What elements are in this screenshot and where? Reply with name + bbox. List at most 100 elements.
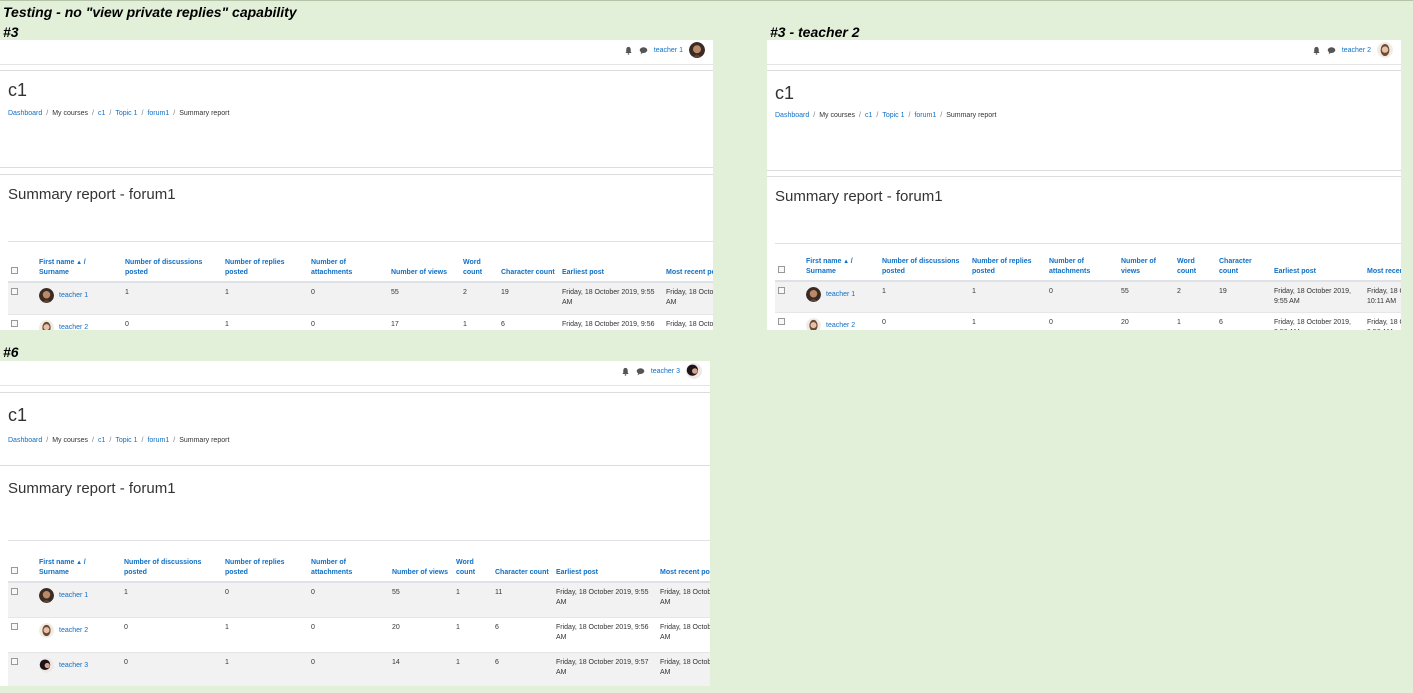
avatar[interactable] <box>806 318 821 330</box>
column-header-name[interactable]: First name ▲ / Surname <box>36 540 121 583</box>
avatar[interactable] <box>689 42 705 58</box>
row-checkbox[interactable] <box>11 622 18 630</box>
breadcrumb-item[interactable]: forum1 <box>147 437 169 444</box>
row-checkbox[interactable] <box>11 657 18 665</box>
avatar[interactable] <box>39 622 54 638</box>
sort-surname[interactable]: Surname <box>806 268 836 275</box>
user-name-link[interactable]: teacher 1 <box>59 588 88 601</box>
breadcrumb-item[interactable]: Dashboard <box>8 110 42 117</box>
column-header-name[interactable]: First name ▲ / Surname <box>36 241 122 283</box>
avatar[interactable] <box>39 319 54 330</box>
avatar[interactable] <box>39 288 54 303</box>
sort-first-name[interactable]: First name <box>39 259 74 266</box>
row-checkbox[interactable] <box>11 588 18 595</box>
user-name-link[interactable]: teacher 1 <box>826 287 855 300</box>
page-title: Summary report - forum1 <box>8 186 176 203</box>
user-link-group[interactable]: teacher 2 <box>39 319 119 331</box>
column-header[interactable]: Earliest post <box>559 241 663 283</box>
row-checkbox[interactable] <box>778 287 785 294</box>
avatar[interactable] <box>1377 42 1393 58</box>
breadcrumb-item[interactable]: Topic 1 <box>115 110 137 117</box>
breadcrumb-item[interactable]: c1 <box>98 437 105 444</box>
bell-icon[interactable] <box>1312 46 1321 55</box>
column-header[interactable]: Character count <box>498 241 559 283</box>
column-header[interactable]: Number of attachments <box>308 241 388 283</box>
user-menu-name[interactable]: teacher 3 <box>651 368 680 375</box>
column-header[interactable]: Number of attachments <box>1046 243 1118 282</box>
column-header[interactable]: Number of views <box>388 241 460 283</box>
avatar[interactable] <box>686 363 702 379</box>
user-link-group[interactable]: teacher 3 <box>39 657 118 673</box>
column-header[interactable]: Number of replies posted <box>222 540 308 583</box>
row-checkbox[interactable] <box>778 318 785 325</box>
column-header[interactable]: Number of discussions posted <box>122 241 222 283</box>
user-name-link[interactable]: teacher 3 <box>59 658 88 671</box>
select-all-checkbox[interactable] <box>778 266 785 273</box>
user-name-link[interactable]: teacher 2 <box>59 623 88 636</box>
cell-views: 55 <box>1118 280 1174 313</box>
moodle-screenshot-panel: teacher 3 c1 Dashboard / My courses / c1/Top… <box>0 361 710 686</box>
chat-icon[interactable] <box>639 46 648 55</box>
user-name-link[interactable]: teacher 2 <box>59 320 88 331</box>
bell-icon[interactable] <box>624 46 633 55</box>
column-header[interactable]: Word count <box>453 540 492 583</box>
row-checkbox[interactable] <box>11 319 18 327</box>
avatar[interactable] <box>39 588 54 603</box>
user-link-group[interactable]: teacher 1 <box>806 287 876 302</box>
column-header[interactable]: Character count <box>492 540 553 583</box>
column-header[interactable]: Word count <box>1174 243 1216 282</box>
cell-recent: Friday, 18 October 2019, 9:56 AM <box>1364 312 1401 330</box>
chat-icon[interactable] <box>1327 46 1336 55</box>
sort-first-name[interactable]: First name <box>806 258 841 265</box>
user-link-group[interactable]: teacher 1 <box>39 588 118 603</box>
column-header[interactable]: Number of replies posted <box>222 241 308 283</box>
column-header[interactable]: Number of views <box>1118 243 1174 282</box>
user-link-group[interactable]: teacher 1 <box>39 288 119 303</box>
user-menu-name[interactable]: teacher 1 <box>654 47 683 54</box>
column-header[interactable]: Number of discussions posted <box>879 243 969 282</box>
sort-asc-icon: ▲ <box>74 560 84 566</box>
breadcrumb-item[interactable]: c1 <box>865 112 872 119</box>
select-all-checkbox[interactable] <box>11 267 18 274</box>
column-header[interactable]: Earliest post <box>1271 243 1364 282</box>
breadcrumb-item[interactable]: Topic 1 <box>115 437 137 444</box>
sort-surname[interactable]: Surname <box>39 569 69 576</box>
select-all-checkbox[interactable] <box>11 567 18 574</box>
user-photo-icon <box>686 363 702 379</box>
cell-earliest: Friday, 18 October 2019, 9:57 AM <box>553 651 657 686</box>
row-checkbox[interactable] <box>11 288 18 295</box>
breadcrumb-item[interactable]: Dashboard <box>775 112 809 119</box>
column-header[interactable]: Number of discussions posted <box>121 540 222 583</box>
avatar[interactable] <box>39 657 54 673</box>
column-header[interactable]: Earliest post <box>553 540 657 583</box>
row-select-cell <box>8 581 36 617</box>
column-header[interactable]: Most recent post <box>663 241 713 283</box>
column-header[interactable]: Number of replies posted <box>969 243 1046 282</box>
user-link-group[interactable]: teacher 2 <box>39 622 118 638</box>
breadcrumb-item[interactable]: Topic 1 <box>882 112 904 119</box>
breadcrumb-item[interactable]: forum1 <box>914 112 936 119</box>
cell-words: 1 <box>453 651 492 686</box>
breadcrumb-item[interactable]: forum1 <box>147 110 169 117</box>
column-header[interactable]: Word count <box>460 241 498 283</box>
avatar[interactable] <box>806 287 821 302</box>
user-link-group[interactable]: teacher 2 <box>806 318 876 330</box>
user-name-link[interactable]: teacher 2 <box>826 318 855 330</box>
column-header[interactable]: Most recent post <box>657 540 710 583</box>
column-header[interactable]: Character count <box>1216 243 1271 282</box>
user-name-link[interactable]: teacher 1 <box>59 288 88 301</box>
sort-surname[interactable]: Surname <box>39 269 69 276</box>
column-header[interactable]: Most recent post <box>1364 243 1401 282</box>
breadcrumb-item[interactable]: c1 <box>98 110 105 117</box>
user-photo-icon <box>689 42 705 58</box>
breadcrumb-item[interactable]: Dashboard <box>8 437 42 444</box>
sort-first-name[interactable]: First name <box>39 559 74 566</box>
breadcrumb-item: Summary report <box>179 437 230 444</box>
user-menu-name[interactable]: teacher 2 <box>1342 47 1371 54</box>
column-header-name[interactable]: First name ▲ / Surname <box>803 243 879 282</box>
chat-icon[interactable] <box>636 367 645 376</box>
bell-icon[interactable] <box>621 367 630 376</box>
column-header[interactable]: Number of attachments <box>308 540 389 583</box>
column-header[interactable]: Number of views <box>389 540 453 583</box>
cell-recent: Friday, 18 October 2019, 10:11 AM <box>663 281 713 314</box>
